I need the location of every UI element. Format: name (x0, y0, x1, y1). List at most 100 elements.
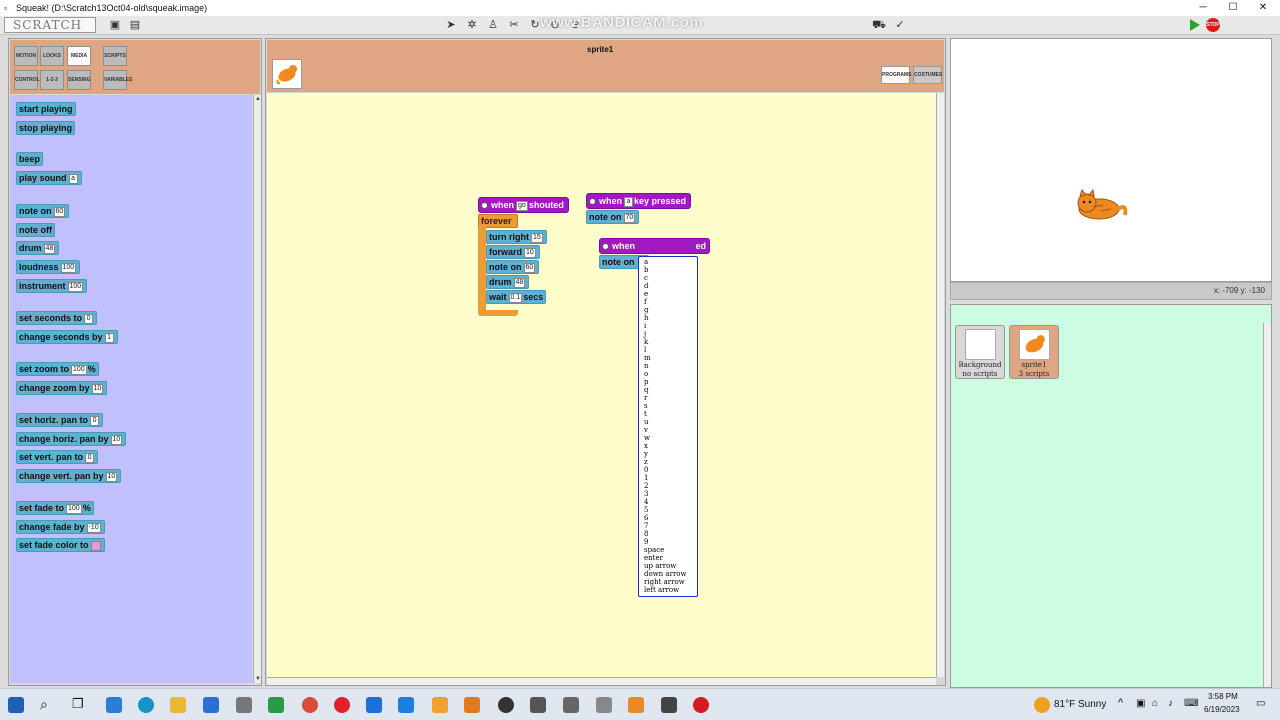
block-change-seconds[interactable]: change seconds by 1 (16, 330, 118, 344)
degrees-slot[interactable]: 15 (531, 232, 543, 243)
close-button[interactable]: ✕ (1248, 0, 1278, 16)
key-menu-item[interactable]: f (639, 298, 697, 306)
seconds-delta-slot[interactable]: 1 (104, 332, 114, 343)
block-drum[interactable]: drum 48 (486, 275, 530, 289)
block-wait[interactable]: wait 0.1 secs (486, 290, 547, 304)
key-menu-item[interactable]: d (639, 282, 697, 290)
key-menu-item[interactable]: 5 (639, 506, 697, 514)
clock-date[interactable]: 6/19/2023 (1204, 705, 1240, 714)
key-menu-item[interactable]: 1 (639, 474, 697, 482)
key-menu-item[interactable]: j (639, 330, 697, 338)
key-menu-item[interactable]: 2 (639, 482, 697, 490)
key-menu-item[interactable]: n (639, 362, 697, 370)
block-forever[interactable]: forever (478, 214, 518, 228)
save-icon[interactable]: ▤ (128, 18, 142, 32)
weather-text[interactable]: 81°F Sunny (1054, 699, 1106, 710)
block-set-zoom[interactable]: set zoom to 100% (16, 362, 99, 376)
key-menu-item[interactable]: g (639, 306, 697, 314)
broadcast-slot[interactable]: go (516, 200, 528, 211)
app-icon[interactable] (464, 697, 480, 713)
block-change-horiz-pan[interactable]: change horiz. pan by 10 (16, 432, 127, 446)
block-start-playing[interactable]: start playing (16, 102, 76, 116)
cat-sprite[interactable] (1071, 187, 1131, 227)
key-menu-item[interactable]: 6 (639, 514, 697, 522)
key-menu-item[interactable]: p (639, 378, 697, 386)
clock-time[interactable]: 3:58 PM (1208, 692, 1238, 701)
presentation-icon[interactable]: ⛟ (872, 18, 886, 32)
keyboard-icon[interactable]: ⌨ (1184, 698, 1198, 709)
block-turn-right[interactable]: turn right 15 (486, 230, 547, 244)
key-menu-item[interactable]: 3 (639, 490, 697, 498)
opera-icon[interactable] (334, 697, 350, 713)
scripts-horizontal-scrollbar[interactable] (267, 677, 936, 685)
key-menu-item[interactable]: z (639, 458, 697, 466)
note-slot[interactable]: 60 (53, 206, 66, 217)
mail-icon[interactable] (106, 697, 122, 713)
key-menu-item[interactable]: 7 (639, 522, 697, 530)
category-looks[interactable]: LOOKS (40, 46, 64, 66)
key-menu-item[interactable]: b (639, 266, 697, 274)
squeak-active-icon[interactable] (661, 697, 677, 713)
sprite-list-scrollbar[interactable] (1263, 323, 1271, 687)
hat-when-key-pressed-2[interactable]: when ed (599, 238, 710, 254)
maximize-button[interactable]: ☐ (1218, 0, 1248, 16)
hpan-slot[interactable]: 0 (90, 415, 100, 426)
media-player-icon[interactable] (498, 697, 514, 713)
drum-slot[interactable]: 48 (43, 243, 56, 254)
drum-slot[interactable]: 48 (513, 277, 526, 288)
key-menu-item[interactable]: 9 (639, 538, 697, 546)
green-flag-button[interactable] (1190, 19, 1200, 31)
windows-start-icon[interactable] (8, 697, 24, 713)
note-slot[interactable]: 60 (523, 262, 536, 273)
block-set-fade[interactable]: set fade to 100% (16, 501, 94, 515)
key-menu-item[interactable]: c (639, 274, 697, 282)
vpan-slot[interactable]: 0 (85, 452, 95, 463)
block-beep[interactable]: beep (16, 152, 44, 166)
check-icon[interactable]: ✓ (893, 18, 907, 32)
block-change-zoom[interactable]: change zoom by 10 (16, 381, 108, 395)
vpan-delta-slot[interactable]: 10 (105, 471, 118, 482)
block-change-fade[interactable]: change fade by -10 (16, 520, 105, 534)
fade-delta-slot[interactable]: -10 (86, 522, 101, 533)
store-icon[interactable] (203, 697, 219, 713)
key-menu-item[interactable]: s (639, 402, 697, 410)
block-set-horiz-pan[interactable]: set horiz. pan to 0 (16, 413, 104, 427)
key-menu-item[interactable]: 8 (639, 530, 697, 538)
block-loudness[interactable]: loudness 100 (16, 260, 81, 274)
block-note-off[interactable]: note off (16, 223, 55, 237)
cut-icon[interactable]: ✂ (507, 18, 521, 32)
scroll-down-icon[interactable]: ▼ (254, 675, 262, 683)
wait-slot[interactable]: 0.1 (508, 292, 523, 303)
key-menu-item[interactable]: k (639, 338, 697, 346)
block-instrument[interactable]: instrument 100 (16, 279, 88, 293)
key-menu-item[interactable]: e (639, 290, 697, 298)
sound-slot[interactable]: a (68, 173, 78, 184)
key-menu-item[interactable]: w (639, 434, 697, 442)
stage[interactable] (950, 38, 1272, 282)
scratch-cat-icon[interactable] (432, 697, 448, 713)
bandicam-record-icon[interactable] (693, 697, 709, 713)
key-menu-item[interactable]: r (639, 394, 697, 402)
key-menu-item[interactable]: l (639, 346, 697, 354)
task-view-icon[interactable]: ❐ (72, 696, 84, 712)
loudness-slot[interactable]: 100 (60, 262, 77, 273)
key-menu-item[interactable]: o (639, 370, 697, 378)
app-icon[interactable] (366, 697, 382, 713)
category-motion[interactable]: MOTION (14, 46, 38, 66)
fade-color-swatch[interactable] (90, 540, 101, 551)
key-menu-item[interactable]: u (639, 418, 697, 426)
key-menu-item[interactable]: v (639, 426, 697, 434)
search-icon[interactable]: ⌕ (40, 696, 48, 713)
sprite-tile-background[interactable]: Background no scripts (955, 325, 1005, 379)
sprite-name-label[interactable]: sprite1 (587, 45, 613, 54)
key-dropdown-menu[interactable]: a b c d e f g h i j k l m n o p q r s t u v w x y z 0 1 2 3 4 5 6 7 8 9 spac… (638, 256, 698, 597)
app-icon[interactable] (236, 697, 252, 713)
key-menu-item[interactable]: x (639, 442, 697, 450)
block-note-on[interactable]: note on 70 (586, 210, 640, 224)
key-menu-item[interactable]: 0 (639, 466, 697, 474)
key-menu-item[interactable]: enter (639, 554, 697, 562)
block-forward[interactable]: forward 10 (486, 245, 540, 259)
sprite-tile-sprite1[interactable]: sprite1 3 scripts (1009, 325, 1059, 379)
block-set-vert-pan[interactable]: set vert. pan to 0 (16, 450, 99, 464)
grow-icon[interactable]: ✲ (465, 18, 479, 32)
